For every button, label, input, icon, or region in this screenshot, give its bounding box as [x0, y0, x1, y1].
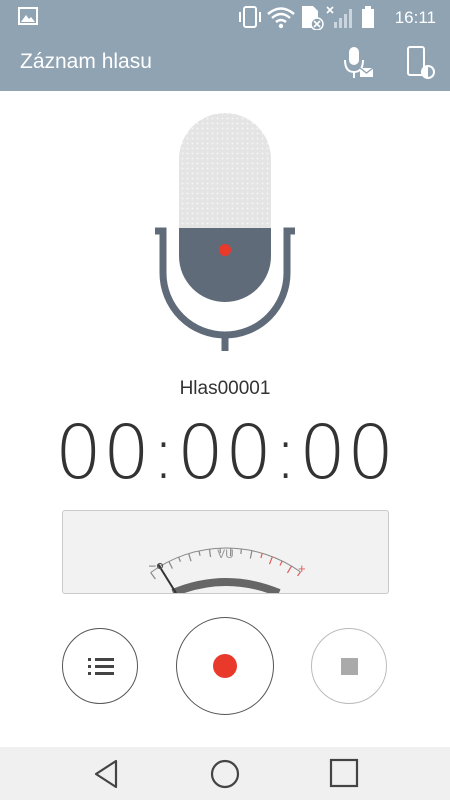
navigation-bar — [0, 747, 450, 800]
record-button[interactable] — [176, 617, 274, 715]
status-bar: 16:11 — [0, 0, 450, 34]
vu-tick — [150, 572, 156, 580]
list-icon — [88, 658, 114, 675]
recording-indicator — [219, 244, 231, 256]
sim-off-icon — [302, 6, 324, 31]
gallery-icon — [18, 7, 38, 30]
vu-plus: + — [298, 561, 306, 576]
app-title: Záznam hlasu — [20, 50, 152, 73]
wifi-icon — [267, 7, 295, 29]
mic-settings-icon[interactable] — [338, 44, 378, 84]
elapsed-timer: 00:00:00 — [54, 410, 396, 496]
recordings-list-button[interactable] — [62, 628, 138, 704]
back-icon[interactable] — [89, 757, 125, 791]
stop-icon — [341, 658, 358, 675]
recording-name: Hlas00001 — [179, 378, 271, 399]
app-bar: Záznam hlasu — [0, 34, 450, 91]
signal-icon — [326, 6, 352, 28]
record-icon — [213, 654, 237, 678]
stop-button[interactable] — [311, 628, 387, 704]
microphone-illustration — [0, 91, 450, 361]
vibrate-icon — [239, 6, 261, 28]
home-icon[interactable] — [207, 757, 243, 791]
status-time: 16:11 — [394, 8, 436, 27]
status-icons — [238, 4, 378, 35]
recents-icon[interactable] — [326, 757, 362, 791]
vu-meter: – + VU — [62, 510, 389, 594]
battery-icon — [362, 6, 374, 28]
vu-tick — [279, 560, 283, 566]
vu-tick — [286, 565, 293, 574]
screen-recorder-icon[interactable] — [400, 44, 440, 84]
vu-tick — [168, 561, 173, 569]
vu-label: VU — [217, 547, 234, 561]
